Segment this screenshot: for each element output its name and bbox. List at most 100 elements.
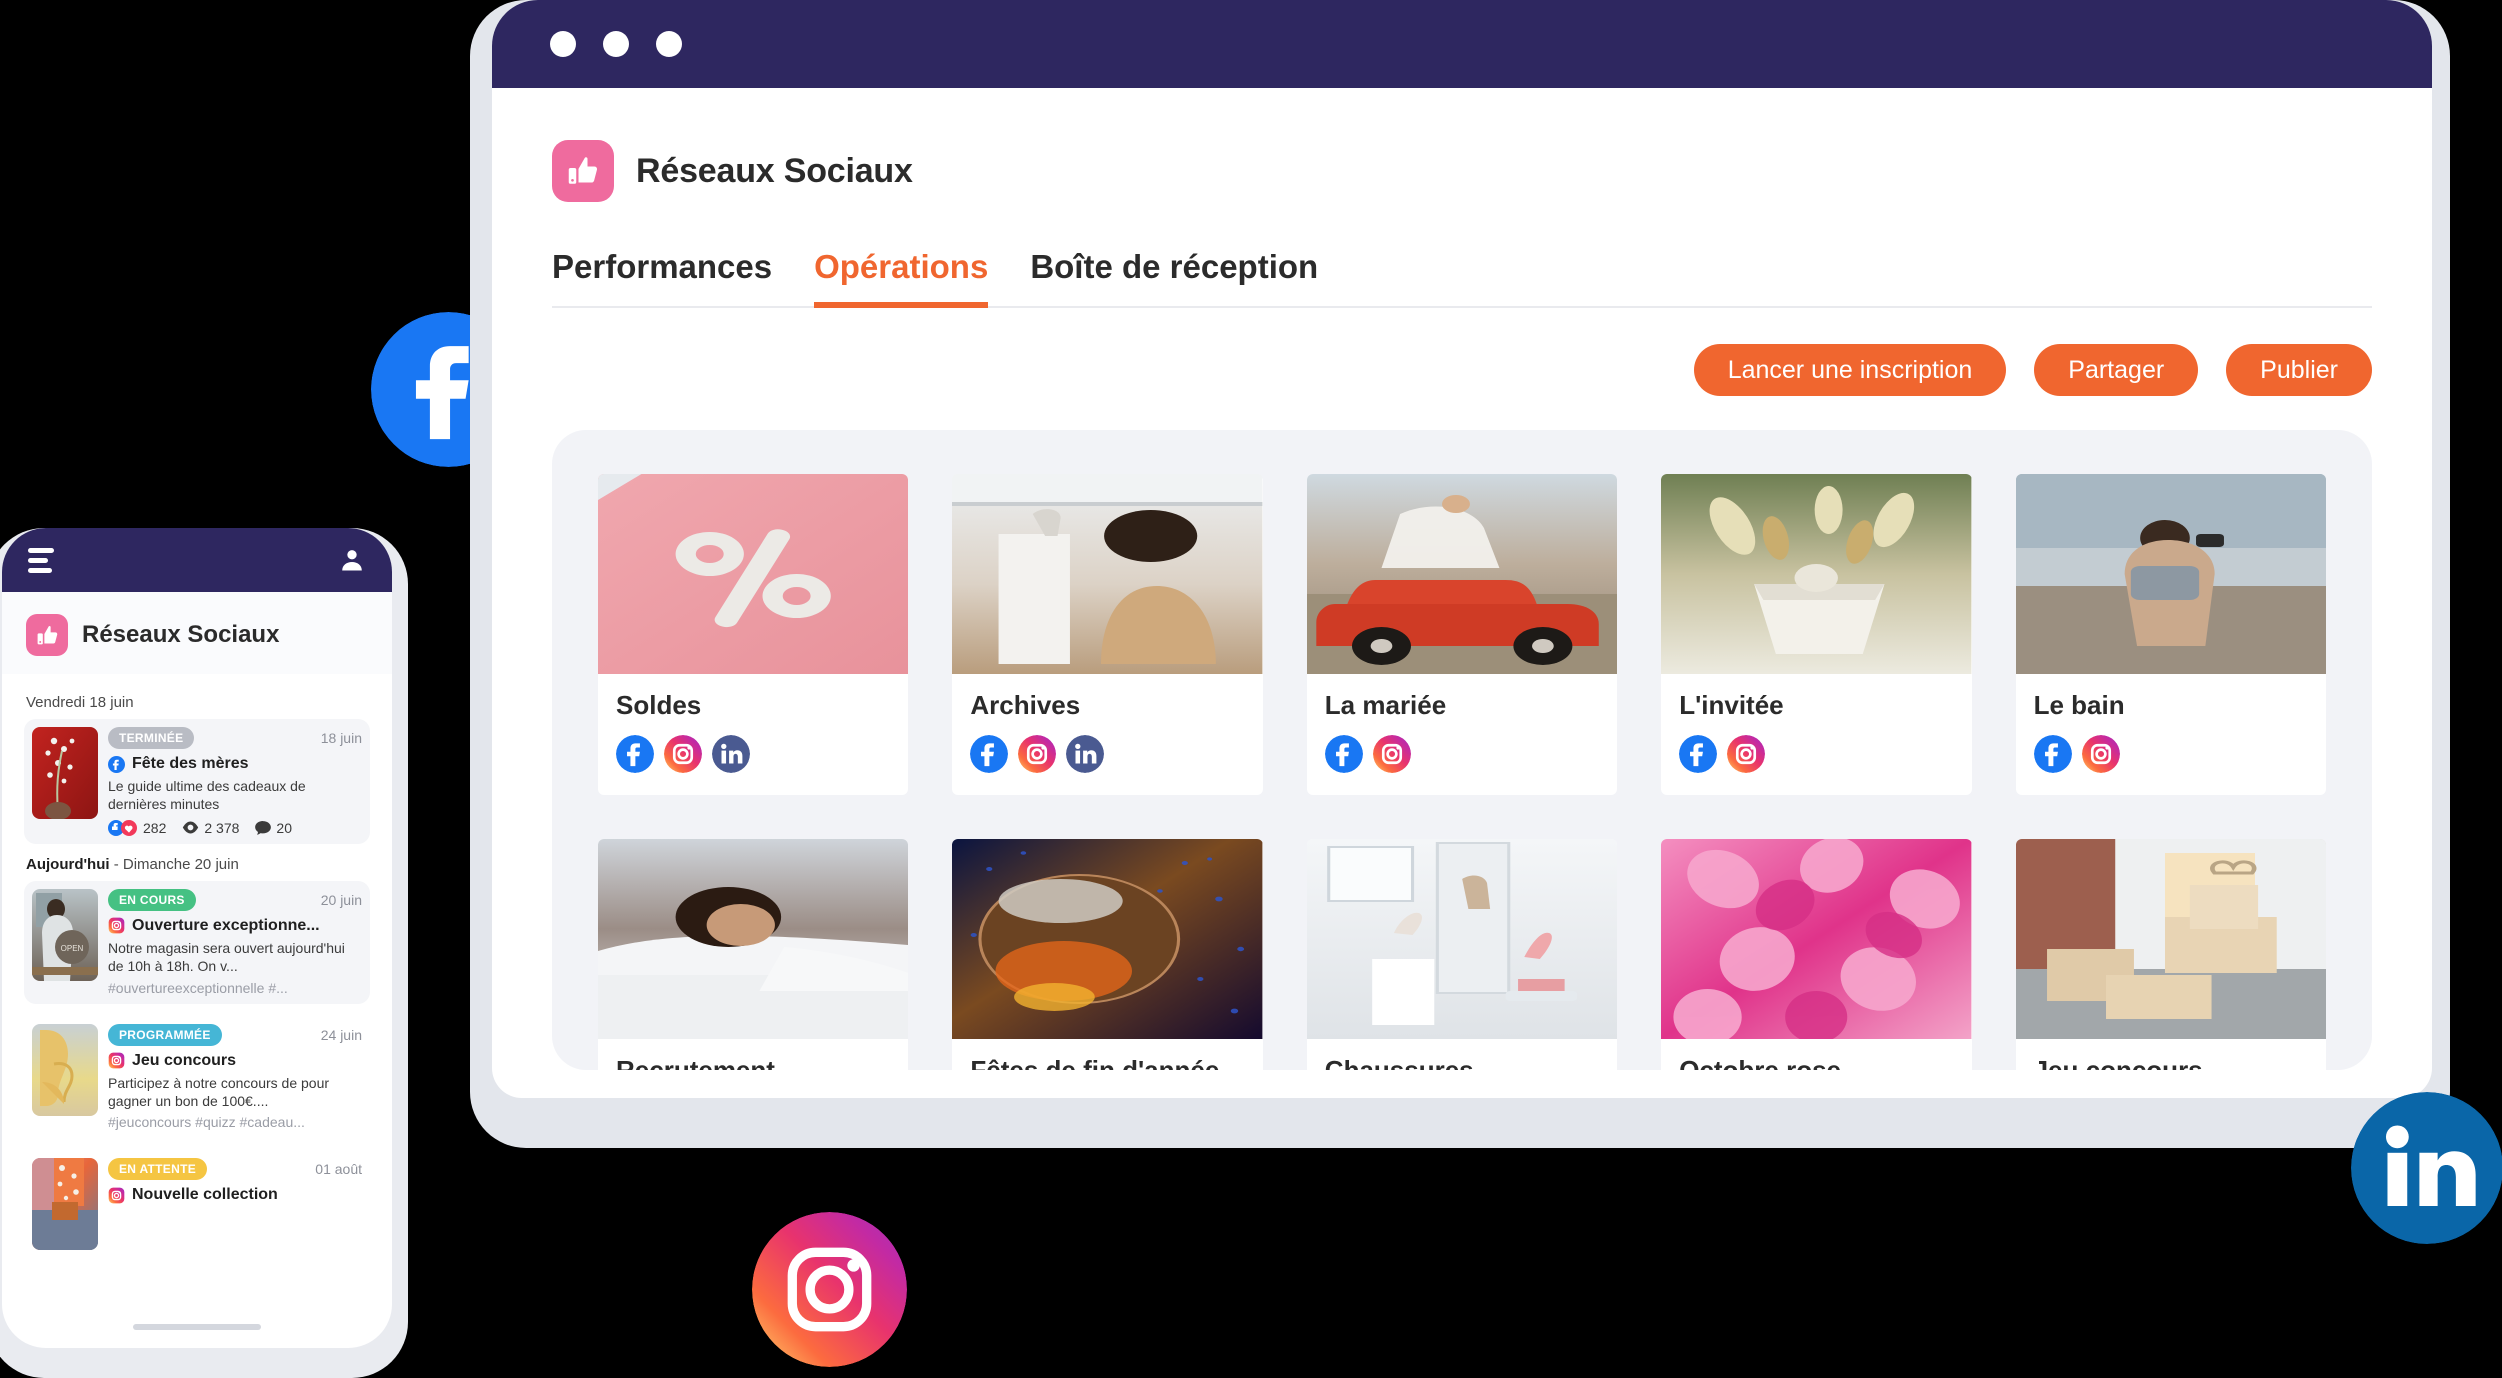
- card-image: [1661, 474, 1972, 674]
- operation-card[interactable]: Chaussures: [1306, 839, 1618, 1070]
- operation-card[interactable]: Jeu concours: [2015, 839, 2326, 1070]
- post-thumbnail: [32, 1023, 98, 1116]
- operation-card[interactable]: Octobre rose: [1661, 839, 1972, 1070]
- hamburger-menu-icon[interactable]: [28, 547, 54, 573]
- facebook-icon[interactable]: [1324, 735, 1363, 773]
- facebook-icon[interactable]: [616, 735, 654, 773]
- phone-topbar: [2, 528, 392, 592]
- card-label: Le bain: [2033, 690, 2125, 720]
- browser-window: Réseaux Sociaux Performances Opérations …: [492, 0, 2432, 1098]
- post-thumbnail: OPEN: [32, 888, 98, 981]
- svg-text:OPEN: OPEN: [61, 944, 84, 953]
- card-image: [1306, 474, 1618, 674]
- lancer-une-inscription-button[interactable]: Lancer une inscription: [1693, 344, 2007, 396]
- card-label: Recrutement: [616, 1055, 775, 1070]
- card-social-icons: [2033, 735, 2308, 773]
- thumbs-up-icon: [26, 614, 68, 656]
- operation-card[interactable]: Fêtes de fin d'année: [952, 839, 1263, 1070]
- day-heading: Aujourd'hui - Dimanche 20 juin: [26, 855, 239, 873]
- tab-boite-de-reception[interactable]: Boîte de réception: [1030, 248, 1318, 308]
- post-list-item[interactable]: TERMINÉE 18 juin Fête des mères Le guide ul…: [24, 719, 370, 844]
- card-meta: L'invitée: [1661, 674, 1971, 795]
- eye-icon: [183, 821, 199, 834]
- comments-stat: 20: [255, 820, 292, 836]
- linkedin-badge[interactable]: [2351, 1092, 2502, 1244]
- card-image: [1306, 839, 1618, 1039]
- facebook-icon[interactable]: [2033, 735, 2072, 773]
- facebook-icon[interactable]: [1679, 735, 1718, 773]
- publier-button[interactable]: Publier: [2226, 344, 2372, 396]
- instagram-icon: [108, 1187, 125, 1204]
- operations-card-grid: Soldes Archives La mariée L'invitée Le bain R…: [598, 474, 2326, 1070]
- app-content: Réseaux Sociaux Performances Opérations …: [492, 140, 2432, 1070]
- instagram-icon[interactable]: [1727, 735, 1766, 773]
- operation-card[interactable]: Recrutement: [598, 839, 909, 1070]
- post-header-row: PROGRAMMÉE 24 juin: [108, 1023, 362, 1046]
- window-dot-minimize[interactable]: [603, 31, 629, 57]
- post-hashtags: #ouvertureexceptionnelle #...: [108, 979, 288, 996]
- card-image: [952, 474, 1263, 674]
- phone-post-list[interactable]: Vendredi 18 juin TERMINÉE 18 juin Fête des …: [12, 674, 382, 1314]
- phone-screen: Réseaux Sociaux Vendredi 18 juin TERMINÉE…: [2, 528, 392, 1348]
- post-list-item[interactable]: OPEN EN COURS 20 juin Ouverture exceptionne…: [24, 880, 370, 1004]
- window-dot-close[interactable]: [550, 31, 576, 57]
- page-title: Réseaux Sociaux: [636, 151, 913, 190]
- views-stat: 2 378: [182, 820, 239, 836]
- browser-titlebar: [492, 0, 2432, 88]
- post-date: 01 août: [315, 1161, 362, 1178]
- card-image: [952, 839, 1263, 1039]
- phone-app-header: Réseaux Sociaux: [2, 592, 392, 674]
- post-header-row: EN ATTENTE 01 août: [108, 1158, 362, 1181]
- linkedin-icon[interactable]: [712, 735, 750, 773]
- facebook-icon: [108, 755, 125, 773]
- home-indicator: [133, 1324, 261, 1330]
- card-label: Jeu concours: [2033, 1055, 2203, 1070]
- linkedin-icon[interactable]: [1066, 735, 1105, 773]
- card-label: Archives: [970, 690, 1081, 720]
- tab-bar: Performances Opérations Boîte de récepti…: [552, 248, 2372, 308]
- instagram-icon[interactable]: [2081, 735, 2120, 773]
- post-body: EN COURS 20 juin Ouverture exceptionne... N…: [108, 888, 362, 996]
- card-image: [1661, 839, 1972, 1039]
- reactions-stat: 282: [108, 819, 166, 836]
- instagram-badge[interactable]: [752, 1212, 907, 1367]
- card-image: [598, 839, 909, 1039]
- user-avatar-icon[interactable]: [338, 546, 366, 574]
- operation-card[interactable]: La mariée: [1306, 474, 1618, 795]
- card-meta: La mariée: [1307, 674, 1617, 795]
- instagram-icon[interactable]: [1018, 735, 1057, 773]
- post-hashtags: #jeuconcours #quizz #cadeau...: [108, 1114, 305, 1131]
- post-body: TERMINÉE 18 juin Fête des mères Le guide ul…: [108, 727, 362, 836]
- card-label: Fêtes de fin d'année: [970, 1055, 1220, 1070]
- tab-operations[interactable]: Opérations: [814, 248, 989, 308]
- instagram-icon[interactable]: [1372, 735, 1411, 773]
- post-list-item[interactable]: PROGRAMMÉE 24 juin Jeu concours Participez …: [24, 1015, 370, 1139]
- post-title: Fête des mères: [108, 755, 362, 773]
- operation-card[interactable]: Archives: [952, 474, 1263, 795]
- card-meta: Recrutement: [598, 1039, 908, 1070]
- status-badge: PROGRAMMÉE: [108, 1023, 222, 1046]
- partager-button[interactable]: Partager: [2034, 344, 2199, 396]
- window-dot-maximize[interactable]: [656, 31, 682, 57]
- operation-card[interactable]: Soldes: [598, 474, 909, 795]
- card-label: Chaussures: [1324, 1055, 1474, 1070]
- post-thumbnail: [32, 727, 98, 819]
- operation-card[interactable]: Le bain: [2015, 474, 2326, 795]
- post-body: PROGRAMMÉE 24 juin Jeu concours Participez …: [108, 1023, 362, 1131]
- tab-performances[interactable]: Performances: [552, 248, 772, 308]
- card-meta: Chaussures: [1307, 1039, 1617, 1070]
- screenshot-stage: Réseaux Sociaux Performances Opérations …: [0, 0, 2502, 1378]
- instagram-icon[interactable]: [664, 735, 702, 773]
- operation-card[interactable]: L'invitée: [1661, 474, 1972, 795]
- post-header-row: TERMINÉE 18 juin: [108, 727, 362, 749]
- status-badge: EN COURS: [108, 888, 196, 911]
- status-badge: EN ATTENTE: [108, 1158, 207, 1181]
- card-meta: Archives: [952, 674, 1262, 795]
- post-title: Jeu concours: [108, 1052, 362, 1070]
- action-bar: Lancer une inscription Partager Publier: [552, 344, 2372, 396]
- post-list-item[interactable]: EN ATTENTE 01 août Nouvelle collection: [24, 1150, 370, 1259]
- instagram-icon: [108, 917, 125, 934]
- post-text: Participez à notre concours de pour gagn…: [108, 1074, 330, 1109]
- facebook-icon[interactable]: [970, 735, 1009, 773]
- day-heading: Vendredi 18 juin: [26, 694, 134, 711]
